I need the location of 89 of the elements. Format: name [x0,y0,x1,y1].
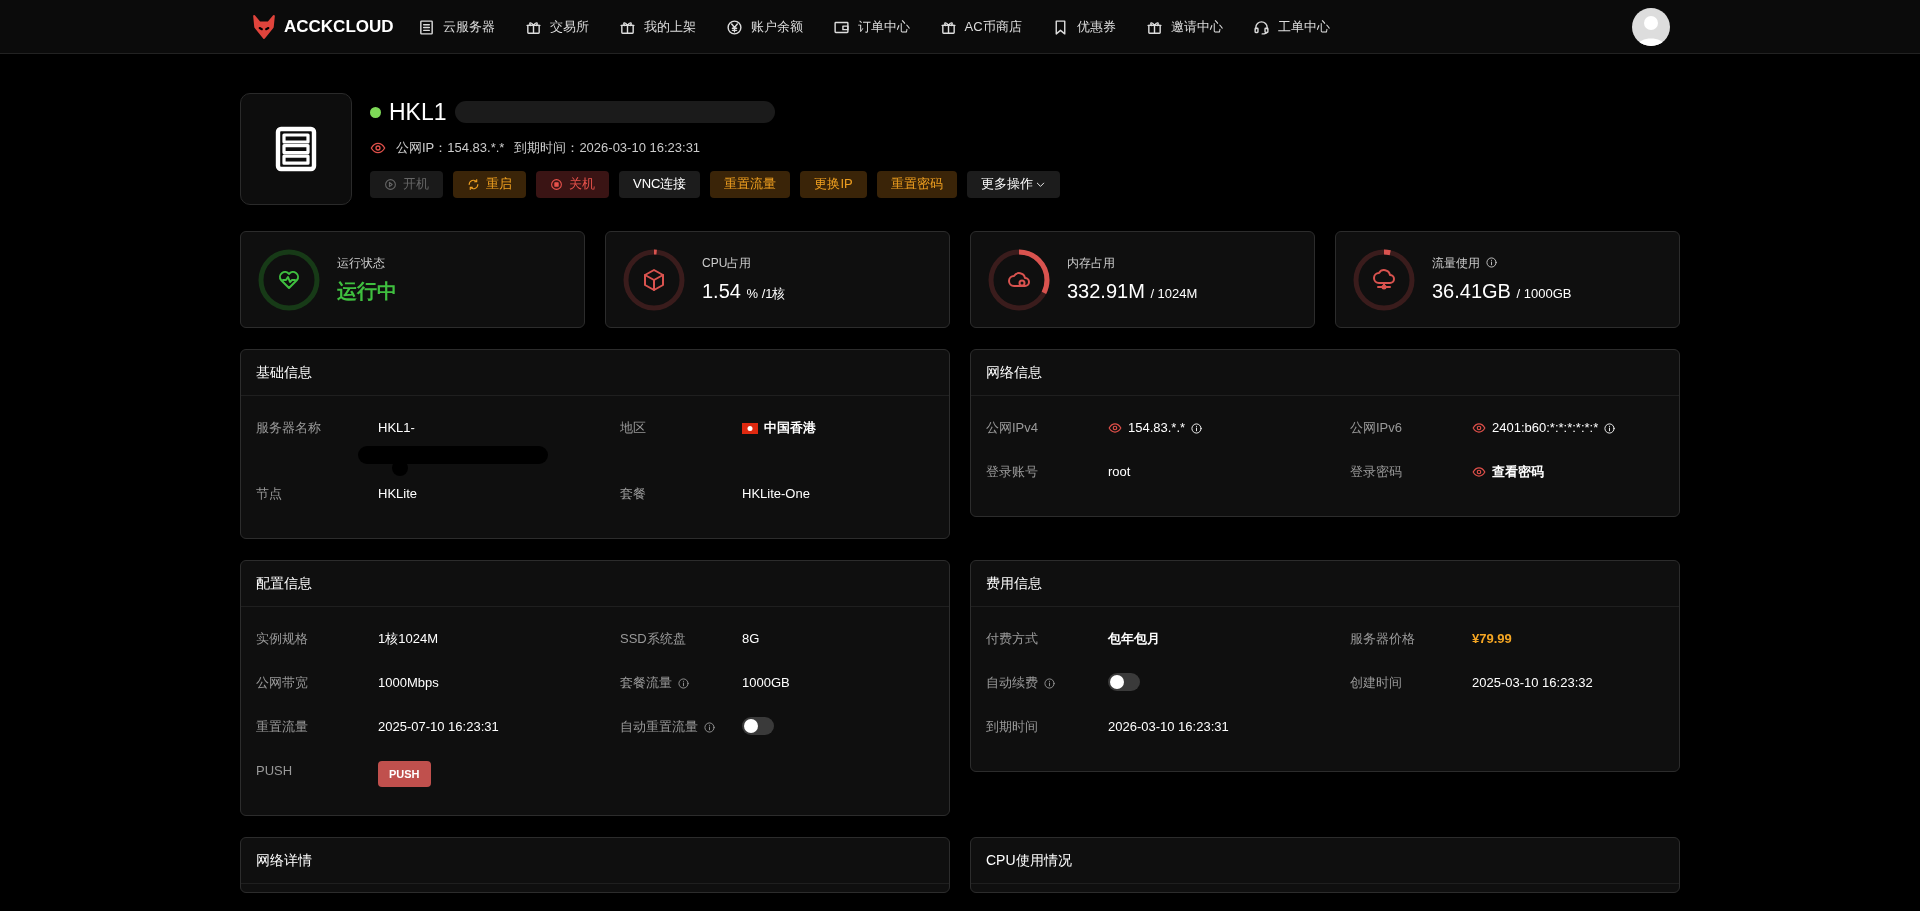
field-label: 套餐 [620,485,646,503]
panel-title: 费用信息 [986,574,1042,593]
cube-icon [642,267,666,292]
field-label: SSD系统盘 [620,630,686,648]
field-label: 创建时间 [1350,674,1402,692]
action-button[interactable]: 更换IP [800,170,867,198]
field-label: 登录账号 [986,463,1038,481]
field-value: 1核1024M [378,630,438,648]
coin-icon [725,18,743,36]
stat-label: CPU占用 [702,254,752,272]
field-value[interactable]: 查看密码 [1492,462,1544,482]
stat-value: 36.41GB / 1000GB [1432,278,1572,304]
nav-link[interactable]: 优惠券 [1051,17,1116,37]
server-name: HKL1 [389,97,447,127]
nav-link[interactable]: 工单中心 [1252,17,1330,37]
action-button[interactable]: 重启 [453,170,526,198]
nav-link[interactable]: 订单中心 [832,17,910,37]
list-icon [417,18,435,36]
play-icon [384,177,397,191]
field-value: 1000GB [742,674,790,692]
field-label: 付费方式 [986,630,1038,648]
field-label: 公网带宽 [256,674,308,692]
panel-title: CPU使用情况 [986,851,1072,870]
gauge-track [258,249,320,310]
brand-name: ACCKCLOUD [284,16,394,39]
field-label: 公网IPv4 [986,419,1038,437]
gauge-ring [1352,247,1416,312]
field-value: 2025-07-10 16:23:31 [378,718,499,736]
panel-title: 网络信息 [986,363,1042,382]
headset-icon [1252,18,1270,36]
stop-icon [550,177,563,191]
action-button[interactable]: 更多操作 [966,170,1060,198]
nav-link[interactable]: 账户余额 [725,17,803,37]
field-label: 重置流量 [256,718,308,736]
field-value: HKL1- [378,419,415,437]
action-button[interactable]: 关机 [536,170,609,198]
field-value: root [1108,463,1131,481]
nav-link[interactable]: 邀请中心 [1145,17,1223,37]
field-label: 登录密码 [1350,463,1402,481]
nav-link[interactable]: 云服务器 [417,17,495,37]
field-label: 地区 [620,419,646,437]
avatar[interactable] [1632,8,1670,46]
field-value: HKLite-One [742,485,810,503]
status-value: 运行中 [337,278,397,304]
stat-label: 流量使用 [1432,254,1480,272]
toggle-switch[interactable] [742,717,774,735]
field-value: 154.83.*.* [1128,419,1186,437]
field-value: 2401:b60:*:*:*:*:*:* [1492,419,1599,437]
nav-link[interactable]: 交易所 [524,17,589,37]
fox-logo-icon [250,14,278,40]
field-value: 中国香港 [764,419,816,437]
push-button[interactable]: PUSH [378,761,431,787]
field-label: 自动重置流量 [620,718,698,736]
gauge-ring [622,247,686,312]
stat-value: 332.91M / 1024M [1067,278,1198,304]
gauge-ring [987,247,1051,312]
action-button[interactable]: 重置流量 [710,170,791,198]
cloud-network-icon [1372,267,1396,292]
field-label: PUSH [256,762,293,780]
refresh-icon [467,177,480,191]
panel-title: 基础信息 [256,363,312,382]
field-value: HKLite [378,485,418,503]
expiry-text: 到期时间：2026-03-10 16:23:31 [514,139,701,157]
action-button[interactable]: 重置密码 [876,170,957,198]
field-label: 实例规格 [256,630,308,648]
stat-label: 运行状态 [337,254,385,272]
panel-title: 配置信息 [256,574,312,593]
nav-link[interactable]: AC币商店 [939,17,1022,37]
toggle-switch[interactable] [1108,673,1140,691]
action-button[interactable]: VNC连接 [619,170,701,198]
field-label: 服务器价格 [1350,630,1415,648]
field-value: ¥79.99 [1472,630,1512,648]
field-label: 服务器名称 [256,419,321,437]
stat-value: 1.54 % /1核 [702,278,786,304]
public-ip-text: 公网IP：154.83.*.* [396,139,505,157]
stat-label: 内存占用 [1067,254,1115,272]
field-value: 2025-03-10 16:23:32 [1472,674,1593,692]
panel-title: 网络详情 [256,851,312,870]
field-value: 包年包月 [1108,630,1160,648]
field-label: 套餐流量 [620,674,672,692]
flag-icon [742,422,758,434]
field-label: 公网IPv6 [1350,419,1402,437]
field-label: 自动续费 [986,674,1038,692]
field-value: 2026-03-10 16:23:31 [1108,718,1229,736]
field-label: 到期时间 [986,718,1038,736]
nav-link[interactable]: 我的上架 [618,17,696,37]
field-label: 节点 [256,485,282,503]
field-value: 1000Mbps [378,674,439,692]
field-value: 8G [742,630,760,648]
